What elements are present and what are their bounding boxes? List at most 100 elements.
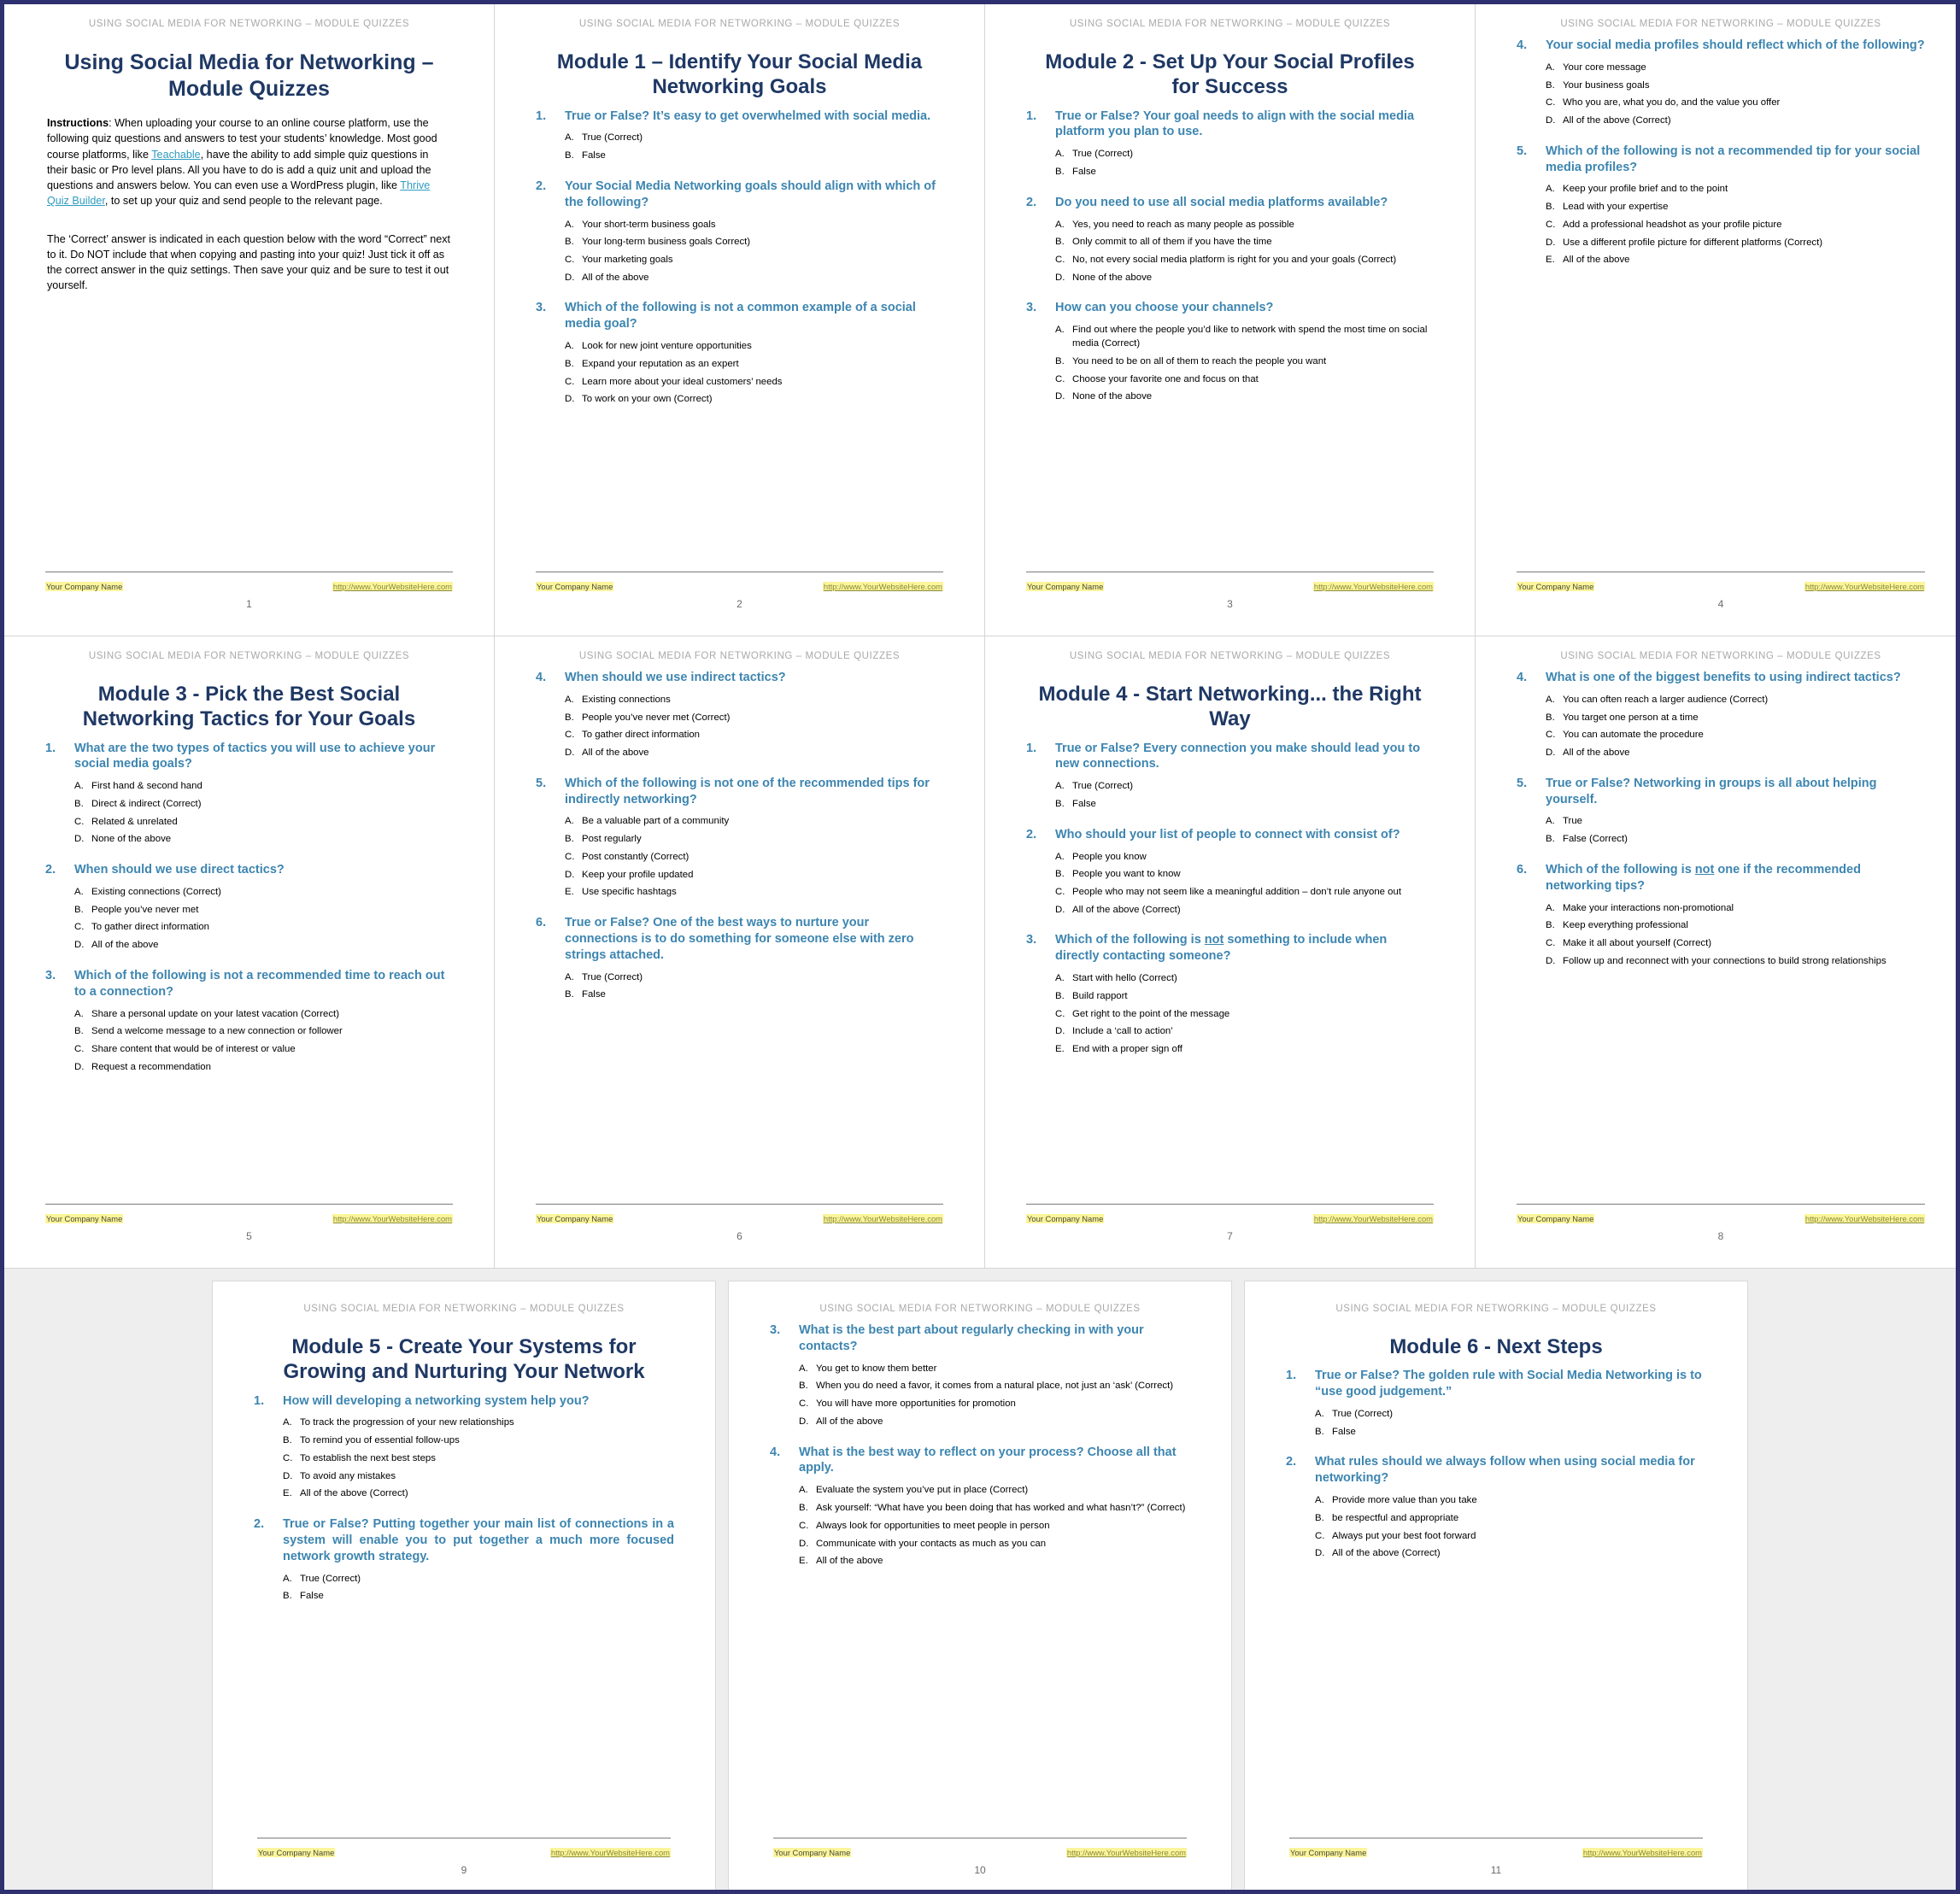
answer-option[interactable]: E. All of the above	[1546, 254, 1925, 267]
answer-option[interactable]: C. Add a professional headshot as your pr…	[1546, 219, 1925, 232]
answer-option[interactable]: B. People you’ve never met	[74, 904, 453, 918]
answer-option[interactable]: B. False	[1055, 798, 1434, 812]
answer-option[interactable]: C. To establish the next best steps	[283, 1452, 674, 1466]
answer-option[interactable]: A. True (Correct)	[1055, 148, 1434, 161]
document-viewer[interactable]: USING SOCIAL MEDIA FOR NETWORKING – MODU…	[0, 0, 1960, 1894]
document-page-3[interactable]: USING SOCIAL MEDIA FOR NETWORKING – MODU…	[985, 4, 1476, 636]
document-page-1[interactable]: USING SOCIAL MEDIA FOR NETWORKING – MODU…	[4, 4, 495, 636]
answer-option[interactable]: C. Make it all about yourself (Correct)	[1546, 937, 1925, 951]
answer-option[interactable]: B. You target one person at a time	[1546, 712, 1925, 725]
answer-option[interactable]: A. Your core message	[1546, 62, 1925, 75]
footer-website-link[interactable]: http://www.YourWebsiteHere.com	[332, 582, 453, 591]
answer-option[interactable]: C. Post constantly (Correct)	[565, 851, 943, 865]
answer-option[interactable]: B. People you want to know	[1055, 868, 1434, 882]
answer-option[interactable]: D. All of the above	[565, 272, 943, 285]
answer-option[interactable]: D. None of the above	[74, 833, 453, 847]
answer-option[interactable]: C. No, not every social media platform is…	[1055, 254, 1434, 267]
answer-option[interactable]: C. Who you are, what you do, and the valu…	[1546, 97, 1925, 110]
answer-option[interactable]: A. True	[1546, 815, 1925, 829]
answer-option[interactable]: A. Keep your profile brief and to the poi…	[1546, 183, 1925, 196]
answer-option[interactable]: A. You can often reach a larger audience …	[1546, 694, 1925, 707]
footer-website-link[interactable]: http://www.YourWebsiteHere.com	[1581, 1848, 1703, 1857]
answer-option[interactable]: A. True (Correct)	[565, 971, 943, 985]
answer-option[interactable]: A. Make your interactions non-promotional	[1546, 902, 1925, 916]
answer-option[interactable]: C. Always put your best foot forward	[1315, 1530, 1706, 1544]
document-page-7[interactable]: USING SOCIAL MEDIA FOR NETWORKING – MODU…	[985, 636, 1476, 1269]
document-page-8[interactable]: USING SOCIAL MEDIA FOR NETWORKING – MODU…	[1476, 636, 1956, 1269]
answer-option[interactable]: B. Send a welcome message to a new connec…	[74, 1025, 453, 1039]
answer-option[interactable]: A. Existing connections	[565, 694, 943, 707]
answer-option[interactable]: E. End with a proper sign off	[1055, 1043, 1434, 1057]
answer-option[interactable]: D. All of the above	[74, 939, 453, 953]
answer-option[interactable]: B. False	[283, 1590, 674, 1604]
footer-website-link[interactable]: http://www.YourWebsiteHere.com	[1065, 1848, 1187, 1857]
answer-option[interactable]: A. Yes, you need to reach as many people …	[1055, 219, 1434, 232]
answer-option[interactable]: B. You need to be on all of them to reach…	[1055, 355, 1434, 369]
answer-option[interactable]: D. Communicate with your contacts as much…	[799, 1538, 1190, 1551]
answer-option[interactable]: C. Your marketing goals	[565, 254, 943, 267]
answer-option[interactable]: C. You can automate the procedure	[1546, 729, 1925, 742]
answer-option[interactable]: A. Find out where the people you’d like t…	[1055, 324, 1434, 350]
answer-option[interactable]: B. Expand your reputation as an expert	[565, 358, 943, 372]
answer-option[interactable]: A. Existing connections (Correct)	[74, 886, 453, 900]
document-page-11[interactable]: USING SOCIAL MEDIA FOR NETWORKING – MODU…	[1244, 1281, 1748, 1890]
answer-option[interactable]: D. All of the above (Correct)	[1315, 1547, 1706, 1561]
answer-option[interactable]: D. None of the above	[1055, 390, 1434, 404]
answer-option[interactable]: C. To gather direct information	[74, 921, 453, 935]
answer-option[interactable]: A. Your short-term business goals	[565, 219, 943, 232]
answer-option[interactable]: B. Ask yourself: “What have you been doin…	[799, 1502, 1190, 1516]
answer-option[interactable]: B. To remind you of essential follow-ups	[283, 1434, 674, 1448]
answer-option[interactable]: B. False	[565, 988, 943, 1002]
answer-option[interactable]: A. True (Correct)	[283, 1573, 674, 1586]
answer-option[interactable]: D. None of the above	[1055, 272, 1434, 285]
answer-option[interactable]: B. be respectful and appropriate	[1315, 1512, 1706, 1526]
footer-website-link[interactable]: http://www.YourWebsiteHere.com	[822, 1214, 943, 1223]
answer-option[interactable]: C. Choose your favorite one and focus on …	[1055, 373, 1434, 387]
document-page-2[interactable]: USING SOCIAL MEDIA FOR NETWORKING – MODU…	[495, 4, 985, 636]
answer-option[interactable]: A. True (Correct)	[1055, 780, 1434, 794]
answer-option[interactable]: E. Use specific hashtags	[565, 886, 943, 900]
answer-option[interactable]: B. False (Correct)	[1546, 833, 1925, 847]
answer-option[interactable]: D. All of the above	[565, 747, 943, 760]
answer-option[interactable]: B. Keep everything professional	[1546, 919, 1925, 933]
answer-option[interactable]: A. True (Correct)	[1315, 1408, 1706, 1422]
answer-option[interactable]: B. False	[1055, 166, 1434, 179]
answer-option[interactable]: B. Only commit to all of them if you have…	[1055, 236, 1434, 249]
answer-option[interactable]: A. People you know	[1055, 851, 1434, 865]
answer-option[interactable]: C. Always look for opportunities to meet …	[799, 1520, 1190, 1533]
answer-option[interactable]: D. To avoid any mistakes	[283, 1470, 674, 1484]
answer-option[interactable]: B. Post regularly	[565, 833, 943, 847]
answer-option[interactable]: B. When you do need a favor, it comes fro…	[799, 1380, 1190, 1393]
answer-option[interactable]: C. Share content that would be of interes…	[74, 1043, 453, 1057]
document-page-4[interactable]: USING SOCIAL MEDIA FOR NETWORKING – MODU…	[1476, 4, 1956, 636]
answer-option[interactable]: D. Follow up and reconnect with your conn…	[1546, 955, 1925, 969]
answer-option[interactable]: C. Related & unrelated	[74, 816, 453, 830]
answer-option[interactable]: A. Look for new joint venture opportuniti…	[565, 340, 943, 354]
answer-option[interactable]: A. First hand & second hand	[74, 780, 453, 794]
answer-option[interactable]: C. Get right to the point of the message	[1055, 1008, 1434, 1022]
answer-option[interactable]: B. Your business goals	[1546, 79, 1925, 93]
footer-website-link[interactable]: http://www.YourWebsiteHere.com	[1804, 1214, 1925, 1223]
answer-option[interactable]: D. All of the above	[799, 1416, 1190, 1429]
answer-option[interactable]: D. Include a ‘call to action’	[1055, 1025, 1434, 1039]
document-page-6[interactable]: USING SOCIAL MEDIA FOR NETWORKING – MODU…	[495, 636, 985, 1269]
answer-option[interactable]: E. All of the above (Correct)	[283, 1487, 674, 1501]
answer-option[interactable]: A. You get to know them better	[799, 1363, 1190, 1376]
answer-option[interactable]: D. Use a different profile picture for di…	[1546, 237, 1925, 250]
answer-option[interactable]: B. Your long-term business goals Correct)	[565, 236, 943, 249]
footer-website-link[interactable]: http://www.YourWebsiteHere.com	[1804, 582, 1925, 591]
answer-option[interactable]: B. Direct & indirect (Correct)	[74, 798, 453, 812]
answer-option[interactable]: A. Share a personal update on your latest…	[74, 1008, 453, 1022]
answer-option[interactable]: B. Lead with your expertise	[1546, 201, 1925, 214]
answer-option[interactable]: D. Keep your profile updated	[565, 869, 943, 882]
document-page-5[interactable]: USING SOCIAL MEDIA FOR NETWORKING – MODU…	[4, 636, 495, 1269]
answer-option[interactable]: A. Be a valuable part of a community	[565, 815, 943, 829]
footer-website-link[interactable]: http://www.YourWebsiteHere.com	[549, 1848, 671, 1857]
thrive-quiz-builder-link[interactable]: Thrive Quiz Builder	[47, 179, 430, 207]
answer-option[interactable]: E. All of the above	[799, 1555, 1190, 1569]
teachable-link[interactable]: Teachable	[151, 149, 200, 161]
answer-option[interactable]: A. To track the progression of your new r…	[283, 1416, 674, 1430]
answer-option[interactable]: D. Request a recommendation	[74, 1061, 453, 1075]
answer-option[interactable]: D. All of the above (Correct)	[1055, 904, 1434, 918]
answer-option[interactable]: A. Start with hello (Correct)	[1055, 972, 1434, 986]
